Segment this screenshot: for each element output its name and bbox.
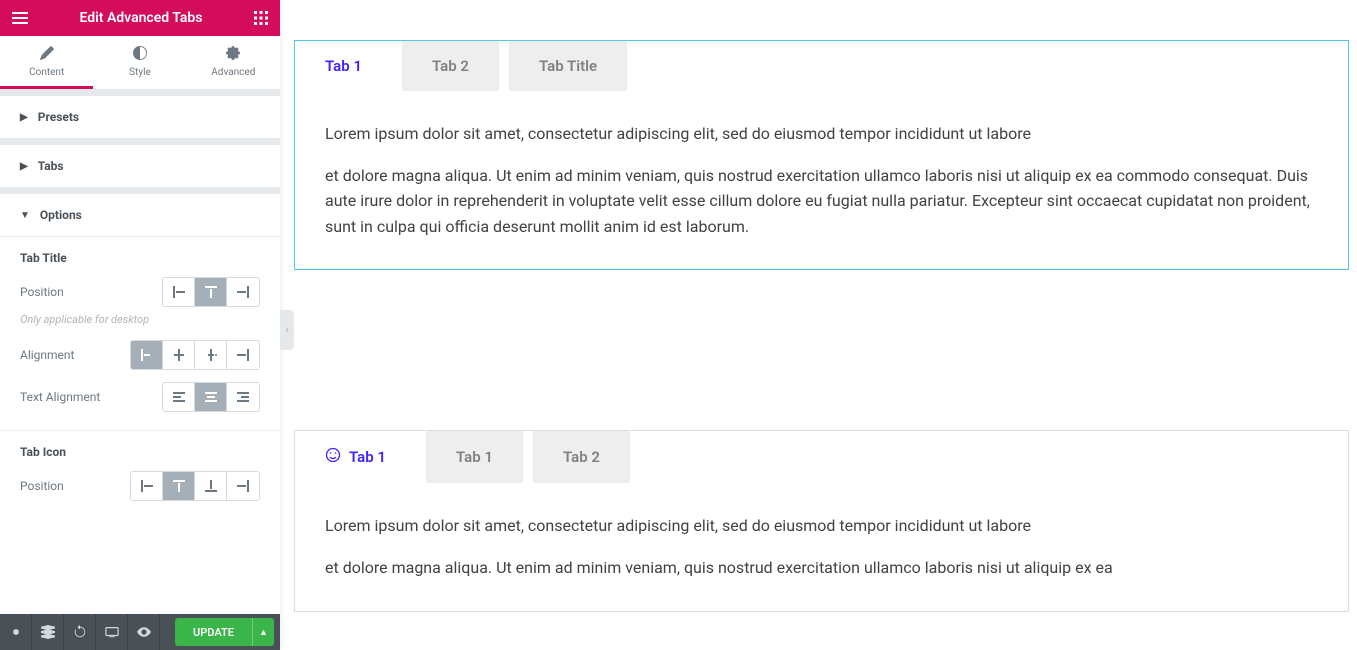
tab-advanced[interactable]: Advanced (187, 36, 280, 89)
advanced-tabs-widget-2[interactable]: Tab 1 Tab 1 Tab 2 Lorem ipsum dolor sit … (294, 430, 1349, 611)
tab-style-label: Style (129, 67, 151, 78)
section-presets[interactable]: ▶ Presets (0, 96, 280, 139)
update-options-button[interactable]: ▲ (252, 618, 274, 646)
control-position: Position (0, 271, 280, 313)
section-tabs-label: Tabs (38, 159, 64, 173)
paragraph: et dolore magna aliqua. Ut enim ad minim… (325, 163, 1318, 240)
section-options[interactable]: ▼ Options (0, 194, 280, 237)
text-right[interactable] (227, 383, 259, 411)
control-text-alignment: Text Alignment (0, 376, 280, 418)
caret-down-icon: ▼ (20, 210, 30, 221)
control-alignment: Alignment (0, 334, 280, 376)
tab-item-3[interactable]: Tab 2 (533, 431, 630, 483)
panel-footer: UPDATE ▲ (0, 614, 280, 650)
tab-content-label: Content (29, 67, 64, 78)
position-left[interactable] (163, 278, 195, 306)
tab-style[interactable]: Style (93, 36, 186, 89)
position-note: Only applicable for desktop (0, 313, 280, 334)
tab-item-1[interactable]: Tab 1 (295, 431, 416, 483)
tab-body: Lorem ipsum dolor sit amet, consectetur … (295, 483, 1348, 610)
mode-tabs: Content Style Advanced (0, 36, 280, 90)
tab-label: Tab Title (539, 57, 597, 75)
smile-icon (325, 447, 341, 467)
tab-label: Tab 2 (563, 448, 600, 466)
update-label: UPDATE (193, 626, 234, 639)
tabs-header: Tab 1 Tab 2 Tab Title (295, 41, 1348, 91)
text-alignment-choices (162, 382, 260, 412)
align-stretch[interactable] (227, 341, 259, 369)
settings-button[interactable] (0, 614, 32, 650)
paragraph: Lorem ipsum dolor sit amet, consectetur … (325, 513, 1318, 539)
icon-position-label: Position (20, 479, 64, 493)
align-center[interactable] (163, 341, 195, 369)
section-options-label: Options (40, 208, 82, 222)
gear-icon (187, 46, 280, 63)
section-tabs[interactable]: ▶ Tabs (0, 145, 280, 188)
icon-position-choices (130, 471, 260, 501)
position-choices (162, 277, 260, 307)
align-end[interactable] (195, 341, 227, 369)
tabs-header: Tab 1 Tab 1 Tab 2 (295, 431, 1348, 483)
panel-header: Edit Advanced Tabs (0, 0, 280, 36)
caret-right-icon: ▶ (20, 161, 28, 172)
contrast-icon (93, 46, 186, 63)
tab-label: Tab 1 (456, 448, 493, 466)
advanced-tabs-widget-1[interactable]: Tab 1 Tab 2 Tab Title Lorem ipsum dolor … (294, 40, 1349, 270)
tab-label: Tab 1 (325, 57, 362, 75)
tab-item-2[interactable]: Tab 2 (402, 41, 499, 91)
apps-grid-icon[interactable] (254, 11, 268, 25)
tab-label: Tab 1 (349, 448, 386, 466)
group-tab-title: Tab Title (0, 237, 280, 271)
tab-content[interactable]: Content (0, 36, 93, 89)
paragraph: et dolore magna aliqua. Ut enim ad minim… (325, 555, 1318, 581)
controls-area: Tab Title Position Only applicable for d… (0, 237, 280, 614)
tab-label: Tab 2 (432, 57, 469, 75)
preview-canvas[interactable]: Tab 1 Tab 2 Tab Title Lorem ipsum dolor … (280, 0, 1357, 650)
position-right[interactable] (227, 278, 259, 306)
group-tab-icon: Tab Icon (0, 430, 280, 465)
pencil-icon (0, 46, 93, 63)
menu-icon[interactable] (12, 10, 28, 26)
position-label: Position (20, 285, 64, 299)
align-start[interactable] (131, 341, 163, 369)
text-alignment-label: Text Alignment (20, 390, 100, 404)
update-button[interactable]: UPDATE (175, 618, 252, 646)
paragraph: Lorem ipsum dolor sit amet, consectetur … (325, 121, 1318, 147)
icon-pos-top[interactable] (163, 472, 195, 500)
tab-item-3[interactable]: Tab Title (509, 41, 627, 91)
tab-body: Lorem ipsum dolor sit amet, consectetur … (295, 91, 1348, 269)
tab-item-1[interactable]: Tab 1 (295, 41, 392, 91)
text-center[interactable] (195, 383, 227, 411)
position-top[interactable] (195, 278, 227, 306)
text-left[interactable] (163, 383, 195, 411)
navigator-button[interactable] (32, 614, 64, 650)
icon-pos-left[interactable] (131, 472, 163, 500)
panel-title: Edit Advanced Tabs (79, 10, 202, 26)
preview-button[interactable] (128, 614, 160, 650)
tab-item-2[interactable]: Tab 1 (426, 431, 523, 483)
icon-pos-bottom[interactable] (195, 472, 227, 500)
responsive-button[interactable] (96, 614, 128, 650)
caret-right-icon: ▶ (20, 112, 28, 123)
history-button[interactable] (64, 614, 96, 650)
section-presets-label: Presets (38, 110, 79, 124)
editor-panel: Edit Advanced Tabs Content Style (0, 0, 280, 650)
alignment-choices (130, 340, 260, 370)
icon-pos-right[interactable] (227, 472, 259, 500)
alignment-label: Alignment (20, 348, 74, 362)
tab-advanced-label: Advanced (211, 67, 255, 78)
control-icon-position: Position (0, 465, 280, 507)
